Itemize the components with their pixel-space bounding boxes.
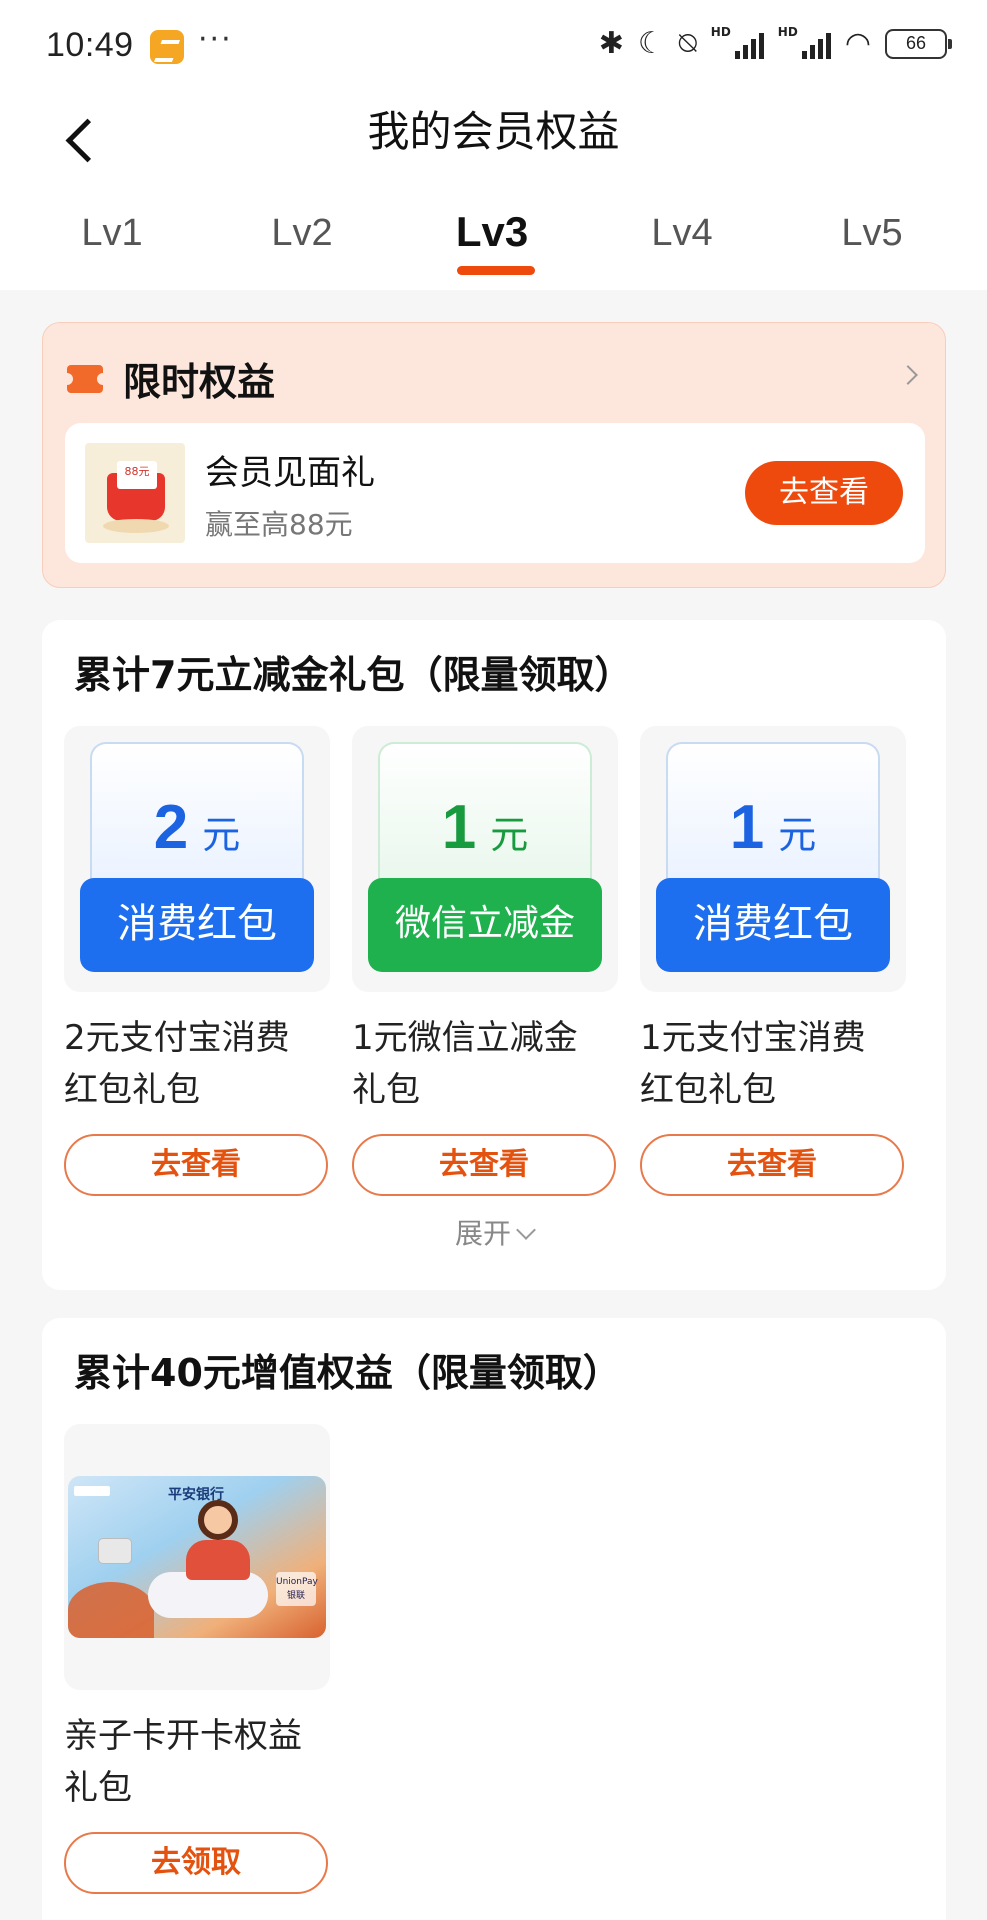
item-name-line: 红包礼包: [640, 1070, 776, 1110]
section-title: 累计40元增值权益（限量领取）: [74, 1351, 621, 1395]
red-envelope-image: 88元: [85, 443, 185, 543]
benefit-item[interactable]: 1元 微信立减金 1元微信立减金 礼包 去查看: [352, 726, 618, 1196]
coupon-amount-number: 1: [441, 793, 477, 862]
coupon-unit: 元: [202, 815, 241, 857]
parent-child-bank-card-image: 平安银行 UnionPay 银联: [68, 1476, 326, 1638]
bluetooth-icon: ✱: [598, 26, 624, 61]
wechat-coupon-image: 1元 微信立减金: [368, 742, 602, 974]
chevron-down-icon: [516, 1220, 536, 1240]
item-name-line: 亲子卡开卡权益: [64, 1716, 302, 1756]
coupon-amount: 1元: [656, 792, 890, 863]
tab-lv4[interactable]: Lv4: [587, 200, 777, 290]
coupon-band: 微信立减金: [368, 878, 602, 972]
alipay-coupon-image: 2元 消费红包: [80, 742, 314, 974]
girl-body-shape: [186, 1540, 250, 1580]
coupon-amount: 1元: [368, 792, 602, 863]
limited-title: 限时权益: [123, 360, 276, 404]
tab-lv1[interactable]: Lv1: [17, 200, 207, 290]
coupon-unit: 元: [778, 815, 817, 857]
item-name: 2元支付宝消费 红包礼包: [64, 1012, 330, 1116]
benefit-item[interactable]: 1元 消费红包 1元支付宝消费 红包礼包 去查看: [640, 726, 906, 1196]
card-thumb: 平安银行 UnionPay 银联: [64, 1424, 330, 1690]
item-name: 1元微信立减金 礼包: [352, 1012, 618, 1116]
gift-name: 会员见面礼: [205, 453, 375, 493]
item-name-line: 红包礼包: [64, 1070, 200, 1110]
tab-lv2[interactable]: Lv2: [207, 200, 397, 290]
coupon-thumb: 1元 微信立减金: [352, 726, 618, 992]
page-header: 我的会员权益: [0, 96, 987, 206]
coupon-unit: 元: [490, 815, 529, 857]
hd-label: HD: [710, 25, 731, 39]
coupon-amount-number: 1: [729, 793, 765, 862]
welcome-gift-row[interactable]: 88元 会员见面礼 赢至高88元 去查看: [65, 423, 925, 563]
top-area: 10:49 ··· ✱ ☾ ⍉ HD HD ◠ 66 我的会员权益 Lv1 Lv…: [0, 0, 987, 290]
item-name: 1元支付宝消费 红包礼包: [640, 1012, 906, 1116]
card-tag: [74, 1486, 110, 1496]
pedestal-shape: [103, 519, 169, 533]
item-name-line: 礼包: [64, 1768, 132, 1808]
alipay-coupon-image: 1元 消费红包: [656, 742, 890, 974]
page-title: 我的会员权益: [367, 107, 620, 156]
item-name-line: 1元微信立减金: [352, 1018, 578, 1058]
claim-button[interactable]: 去领取: [64, 1832, 328, 1894]
coupon-amount: 2元: [80, 792, 314, 863]
envelope-amount: 88元: [117, 461, 157, 489]
unionpay-logo: UnionPay 银联: [276, 1572, 318, 1606]
status-bar: 10:49 ··· ✱ ☾ ⍉ HD HD ◠ 66: [0, 0, 987, 96]
moon-icon: ☾: [637, 26, 665, 61]
signal-icon: [734, 29, 764, 59]
wifi-icon: ◠: [844, 26, 871, 61]
coupon-amount-number: 2: [153, 793, 189, 862]
status-time: 10:49: [46, 26, 134, 64]
girl-head-shape: [198, 1500, 238, 1540]
coupon-band: 消费红包: [80, 878, 314, 972]
more-dots-icon: ···: [198, 22, 233, 57]
gift-subtitle: 赢至高88元: [205, 508, 353, 541]
level-tabs: Lv1 Lv2 Lv3 Lv4 Lv5: [0, 200, 987, 290]
tab-lv3[interactable]: Lv3: [397, 200, 587, 290]
hd-label: HD: [777, 25, 798, 39]
card-chip-icon: [98, 1538, 132, 1564]
item-name: 亲子卡开卡权益 礼包: [64, 1710, 330, 1814]
section-title: 累计7元立减金礼包（限量领取）: [74, 653, 633, 697]
leaf-shape: [68, 1582, 154, 1638]
cashback-package-card: 累计7元立减金礼包（限量领取） 2元 消费红包 2元支付宝消费 红包礼包 去查看 …: [42, 620, 946, 1290]
status-icons: ✱ ☾ ⍉ HD HD ◠ 66: [598, 25, 952, 62]
item-name-line: 1元支付宝消费: [640, 1018, 866, 1058]
coupon-thumb: 1元 消费红包: [640, 726, 906, 992]
coupon-band: 消费红包: [656, 878, 890, 972]
chevron-right-icon[interactable]: [901, 365, 921, 385]
limited-benefits-card: 限时权益 88元 会员见面礼 赢至高88元 去查看: [42, 322, 946, 588]
benefit-item[interactable]: 2元 消费红包 2元支付宝消费 红包礼包 去查看: [64, 726, 330, 1196]
signal-icon: [801, 29, 831, 59]
app-icon: [150, 30, 184, 64]
battery-icon: 66: [885, 29, 952, 59]
view-button[interactable]: 去查看: [640, 1134, 904, 1196]
benefit-item[interactable]: 平安银行 UnionPay 银联 亲子卡开卡权益 礼包 去领取: [64, 1424, 330, 1894]
item-name-line: 礼包: [352, 1070, 420, 1110]
view-button[interactable]: 去查看: [64, 1134, 328, 1196]
ticket-icon: [61, 365, 109, 393]
coupon-thumb: 2元 消费红包: [64, 726, 330, 992]
view-button[interactable]: 去查看: [352, 1134, 616, 1196]
mute-icon: ⍉: [678, 26, 697, 61]
tab-lv5[interactable]: Lv5: [777, 200, 967, 290]
view-gift-button[interactable]: 去查看: [745, 461, 903, 525]
item-name-line: 2元支付宝消费: [64, 1018, 290, 1058]
expand-label: 展开: [454, 1217, 511, 1250]
value-added-card: 累计40元增值权益（限量领取） 平安银行 UnionPay 银联 亲子卡开卡权益…: [42, 1318, 946, 1920]
expand-toggle[interactable]: 展开: [42, 1212, 946, 1252]
